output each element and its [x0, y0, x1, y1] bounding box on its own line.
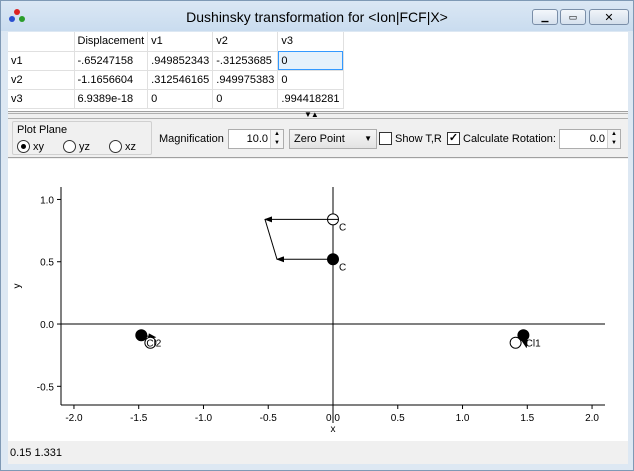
magnification-stepper[interactable]: 10.0 ▲ ▼ — [228, 129, 284, 149]
table-cell[interactable]: -1.1656604 — [74, 70, 149, 90]
atom-label: Cl2 — [146, 339, 161, 350]
x-axis-label: x — [331, 424, 336, 435]
row-label: v1 — [8, 51, 75, 71]
magnification-label: Magnification — [159, 133, 224, 145]
checkbox-icon — [379, 132, 392, 145]
x-tick-label: 0.5 — [391, 413, 405, 424]
table-cell[interactable]: .949852343 — [147, 51, 214, 71]
plot-plane-group: Plot Plane xy yz xz — [12, 121, 152, 155]
show-tr-checkbox[interactable]: Show T,R — [379, 132, 442, 145]
close-button[interactable]: ✕ — [589, 9, 629, 25]
y-tick-label: 0.0 — [40, 320, 54, 331]
maximize-button[interactable]: ▭ — [560, 9, 586, 25]
title-bar[interactable]: Dushinsky transformation for <Ion|FCF|X>… — [1, 1, 633, 31]
x-tick-label: -2.0 — [65, 413, 83, 424]
table-header-cell: v1 — [147, 32, 214, 52]
radio-yz[interactable]: yz — [63, 140, 90, 153]
radio-xy[interactable]: xy — [17, 140, 44, 153]
row-label: v2 — [8, 70, 75, 90]
table-row: v2 -1.1656604 .312546165 .949975383 0 — [8, 70, 344, 90]
dushinsky-window: Dushinsky transformation for <Ion|FCF|X>… — [0, 0, 634, 471]
magnification-value: 10.0 — [246, 133, 268, 145]
plot-plane-label: Plot Plane — [17, 124, 68, 136]
atom-label: C — [339, 262, 346, 273]
minimize-button[interactable]: ▁ — [532, 9, 558, 25]
table-cell[interactable]: 0 — [212, 89, 279, 109]
row-label: v3 — [8, 89, 75, 109]
radio-dot-icon — [17, 140, 30, 153]
table-cell[interactable]: -.31253685 — [212, 51, 279, 71]
table-header-cell — [8, 32, 75, 52]
x-tick-label: 1.0 — [456, 413, 470, 424]
dushinsky-plot[interactable]: -2.0 -1.5 -1.0 -0.5 0.0 0.5 1.0 1.5 2.0 -0.5 0.0 0.… — [8, 159, 628, 441]
rotation-stepper[interactable]: 0.0 ▲ ▼ — [559, 129, 621, 149]
y-axis-label: y — [12, 284, 23, 289]
spin-arrows-icon[interactable]: ▲ ▼ — [270, 130, 283, 148]
radio-xy-label: xy — [33, 140, 44, 153]
atom-label: Cl1 — [526, 339, 541, 350]
table-row: v3 6.9389e-18 0 0 .994418281 — [8, 89, 344, 109]
radio-dot-icon — [109, 140, 122, 153]
splitter-handle[interactable]: ▼▲ — [8, 110, 628, 119]
x-tick-label: 1.5 — [520, 413, 534, 424]
status-bar: 0.15 1.331 — [8, 442, 628, 464]
plot-area[interactable]: -2.0 -1.5 -1.0 -0.5 0.0 0.5 1.0 1.5 2.0 -0.5 0.0 0.… — [8, 159, 628, 441]
spin-arrows-icon[interactable]: ▲ ▼ — [607, 130, 620, 148]
client-area: Displacement v1 v2 v3 v1 -.65247158 .949… — [8, 32, 628, 464]
cursor-coords: 0.15 1.331 — [10, 447, 62, 459]
table-cell[interactable]: 0 — [147, 89, 214, 109]
show-tr-label: Show T,R — [395, 132, 442, 145]
radio-xz[interactable]: xz — [109, 140, 136, 153]
table-cell[interactable]: 6.9389e-18 — [74, 89, 149, 109]
x-tick-label: 2.0 — [585, 413, 599, 424]
table-row: v1 -.65247158 .949852343 -.31253685 0 — [8, 51, 344, 71]
table-cell[interactable]: .949975383 — [212, 70, 279, 90]
table-cell[interactable]: 0 — [277, 70, 344, 90]
radio-dot-icon — [63, 140, 76, 153]
dushinsky-table: Displacement v1 v2 v3 v1 -.65247158 .949… — [8, 32, 628, 112]
radio-yz-label: yz — [79, 140, 90, 153]
atom-filled-marker — [327, 253, 339, 266]
table-header-cell: Displacement — [74, 32, 149, 52]
table-cell[interactable]: .994418281 — [277, 89, 344, 109]
controls-bar: Plot Plane xy yz xz Magnification 10.0 ▲… — [8, 120, 628, 158]
minimize-icon: ▁ — [541, 11, 549, 22]
table-header-row: Displacement v1 v2 v3 — [8, 32, 344, 52]
calculate-rotation-checkbox[interactable]: ✓ Calculate Rotation: — [447, 132, 556, 145]
table-header-cell: v2 — [212, 32, 279, 52]
close-icon: ✕ — [604, 11, 614, 24]
calculate-rotation-label: Calculate Rotation: — [463, 132, 556, 145]
rotation-value: 0.0 — [589, 133, 605, 145]
maximize-icon: ▭ — [568, 11, 578, 22]
table-cell[interactable]: -.65247158 — [74, 51, 149, 71]
chevron-down-icon: ▼ — [364, 134, 372, 143]
atom-label: C — [339, 222, 346, 233]
y-tick-label: -0.5 — [37, 382, 55, 393]
checkmark-icon: ✓ — [447, 132, 460, 145]
table-header-cell: v3 — [277, 32, 344, 52]
radio-xz-label: xz — [125, 140, 136, 153]
x-tick-label: -0.5 — [260, 413, 278, 424]
atom-filled-marker — [135, 329, 148, 342]
x-tick-label: -1.0 — [195, 413, 213, 424]
x-tick-label: -1.5 — [130, 413, 148, 424]
zero-point-value: Zero Point — [294, 133, 345, 145]
table-cell[interactable]: .312546165 — [147, 70, 214, 90]
table-cell-selected[interactable]: 0 — [277, 51, 344, 71]
zero-point-select[interactable]: Zero Point ▼ — [289, 129, 377, 149]
split-arrows-icon: ▼▲ — [304, 110, 319, 119]
y-tick-label: 1.0 — [40, 195, 54, 206]
y-tick-label: 0.5 — [40, 258, 54, 269]
vector-line — [264, 219, 278, 260]
x-tick-label: 0.0 — [326, 413, 340, 424]
